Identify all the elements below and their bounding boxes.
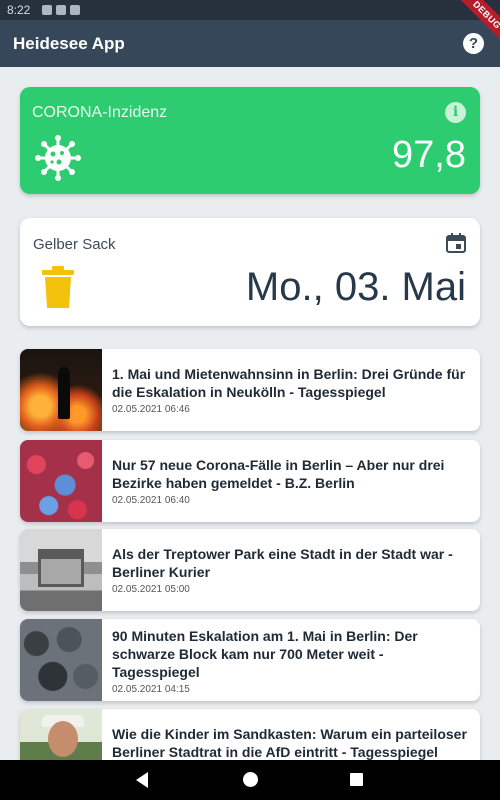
crowd-photo: [20, 619, 102, 701]
help-icon[interactable]: ?: [463, 33, 484, 54]
back-icon[interactable]: [136, 772, 148, 788]
news-headline: Als der Treptower Park eine Stadt in der…: [112, 546, 453, 580]
trash-bin-icon: [42, 266, 74, 308]
news-time: 02.05.2021 05:00: [112, 584, 190, 595]
calendar-icon[interactable]: [445, 232, 467, 254]
news-item[interactable]: 1. Mai und Mietenwahnsinn in Berlin: Dre…: [20, 349, 480, 431]
status-icons: [42, 5, 80, 15]
historic-building-photo: [20, 529, 102, 611]
trash-type-label: Gelber Sack: [33, 236, 116, 253]
sync-icon: [56, 5, 66, 15]
corona-label: CORONA-Inzidenz: [32, 104, 168, 121]
corona-incidence-card[interactable]: CORONA-Inzidenz i 97,8: [20, 87, 480, 194]
app-bar: Heidesee App ?: [0, 20, 500, 67]
news-headline: Nur 57 neue Corona-Fälle in Berlin – Abe…: [112, 457, 445, 491]
notification-icon: [42, 5, 52, 15]
news-time: 02.05.2021 06:40: [112, 495, 190, 506]
trash-pickup-card[interactable]: Gelber Sack Mo., 03. Mai: [20, 218, 480, 326]
status-bar: 8:22: [0, 0, 500, 20]
incidence-value: 97,8: [392, 134, 466, 176]
news-item[interactable]: Als der Treptower Park eine Stadt in der…: [20, 529, 480, 611]
system-nav-bar: [0, 760, 500, 800]
news-headline: 90 Minuten Eskalation am 1. Mai in Berli…: [112, 628, 418, 680]
virus-particles-photo: [20, 440, 102, 522]
status-time: 8:22: [7, 3, 31, 17]
storage-icon: [70, 5, 80, 15]
news-time: 02.05.2021 06:46: [112, 404, 190, 415]
pickup-date: Mo., 03. Mai: [245, 265, 466, 309]
app-title: Heidesee App: [13, 34, 125, 53]
news-item[interactable]: Nur 57 neue Corona-Fälle in Berlin – Abe…: [20, 440, 480, 522]
home-icon[interactable]: [243, 772, 258, 787]
recents-icon[interactable]: [350, 773, 363, 786]
news-time: 02.05.2021 04:15: [112, 684, 190, 695]
news-item[interactable]: 90 Minuten Eskalation am 1. Mai in Berli…: [20, 619, 480, 701]
news-headline: 1. Mai und Mietenwahnsinn in Berlin: Dre…: [112, 366, 466, 400]
virus-icon: [35, 135, 81, 181]
news-headline: Wie die Kinder im Sandkasten: Warum ein …: [112, 726, 467, 760]
info-icon[interactable]: i: [445, 102, 466, 123]
protest-fire-photo: [20, 349, 102, 431]
